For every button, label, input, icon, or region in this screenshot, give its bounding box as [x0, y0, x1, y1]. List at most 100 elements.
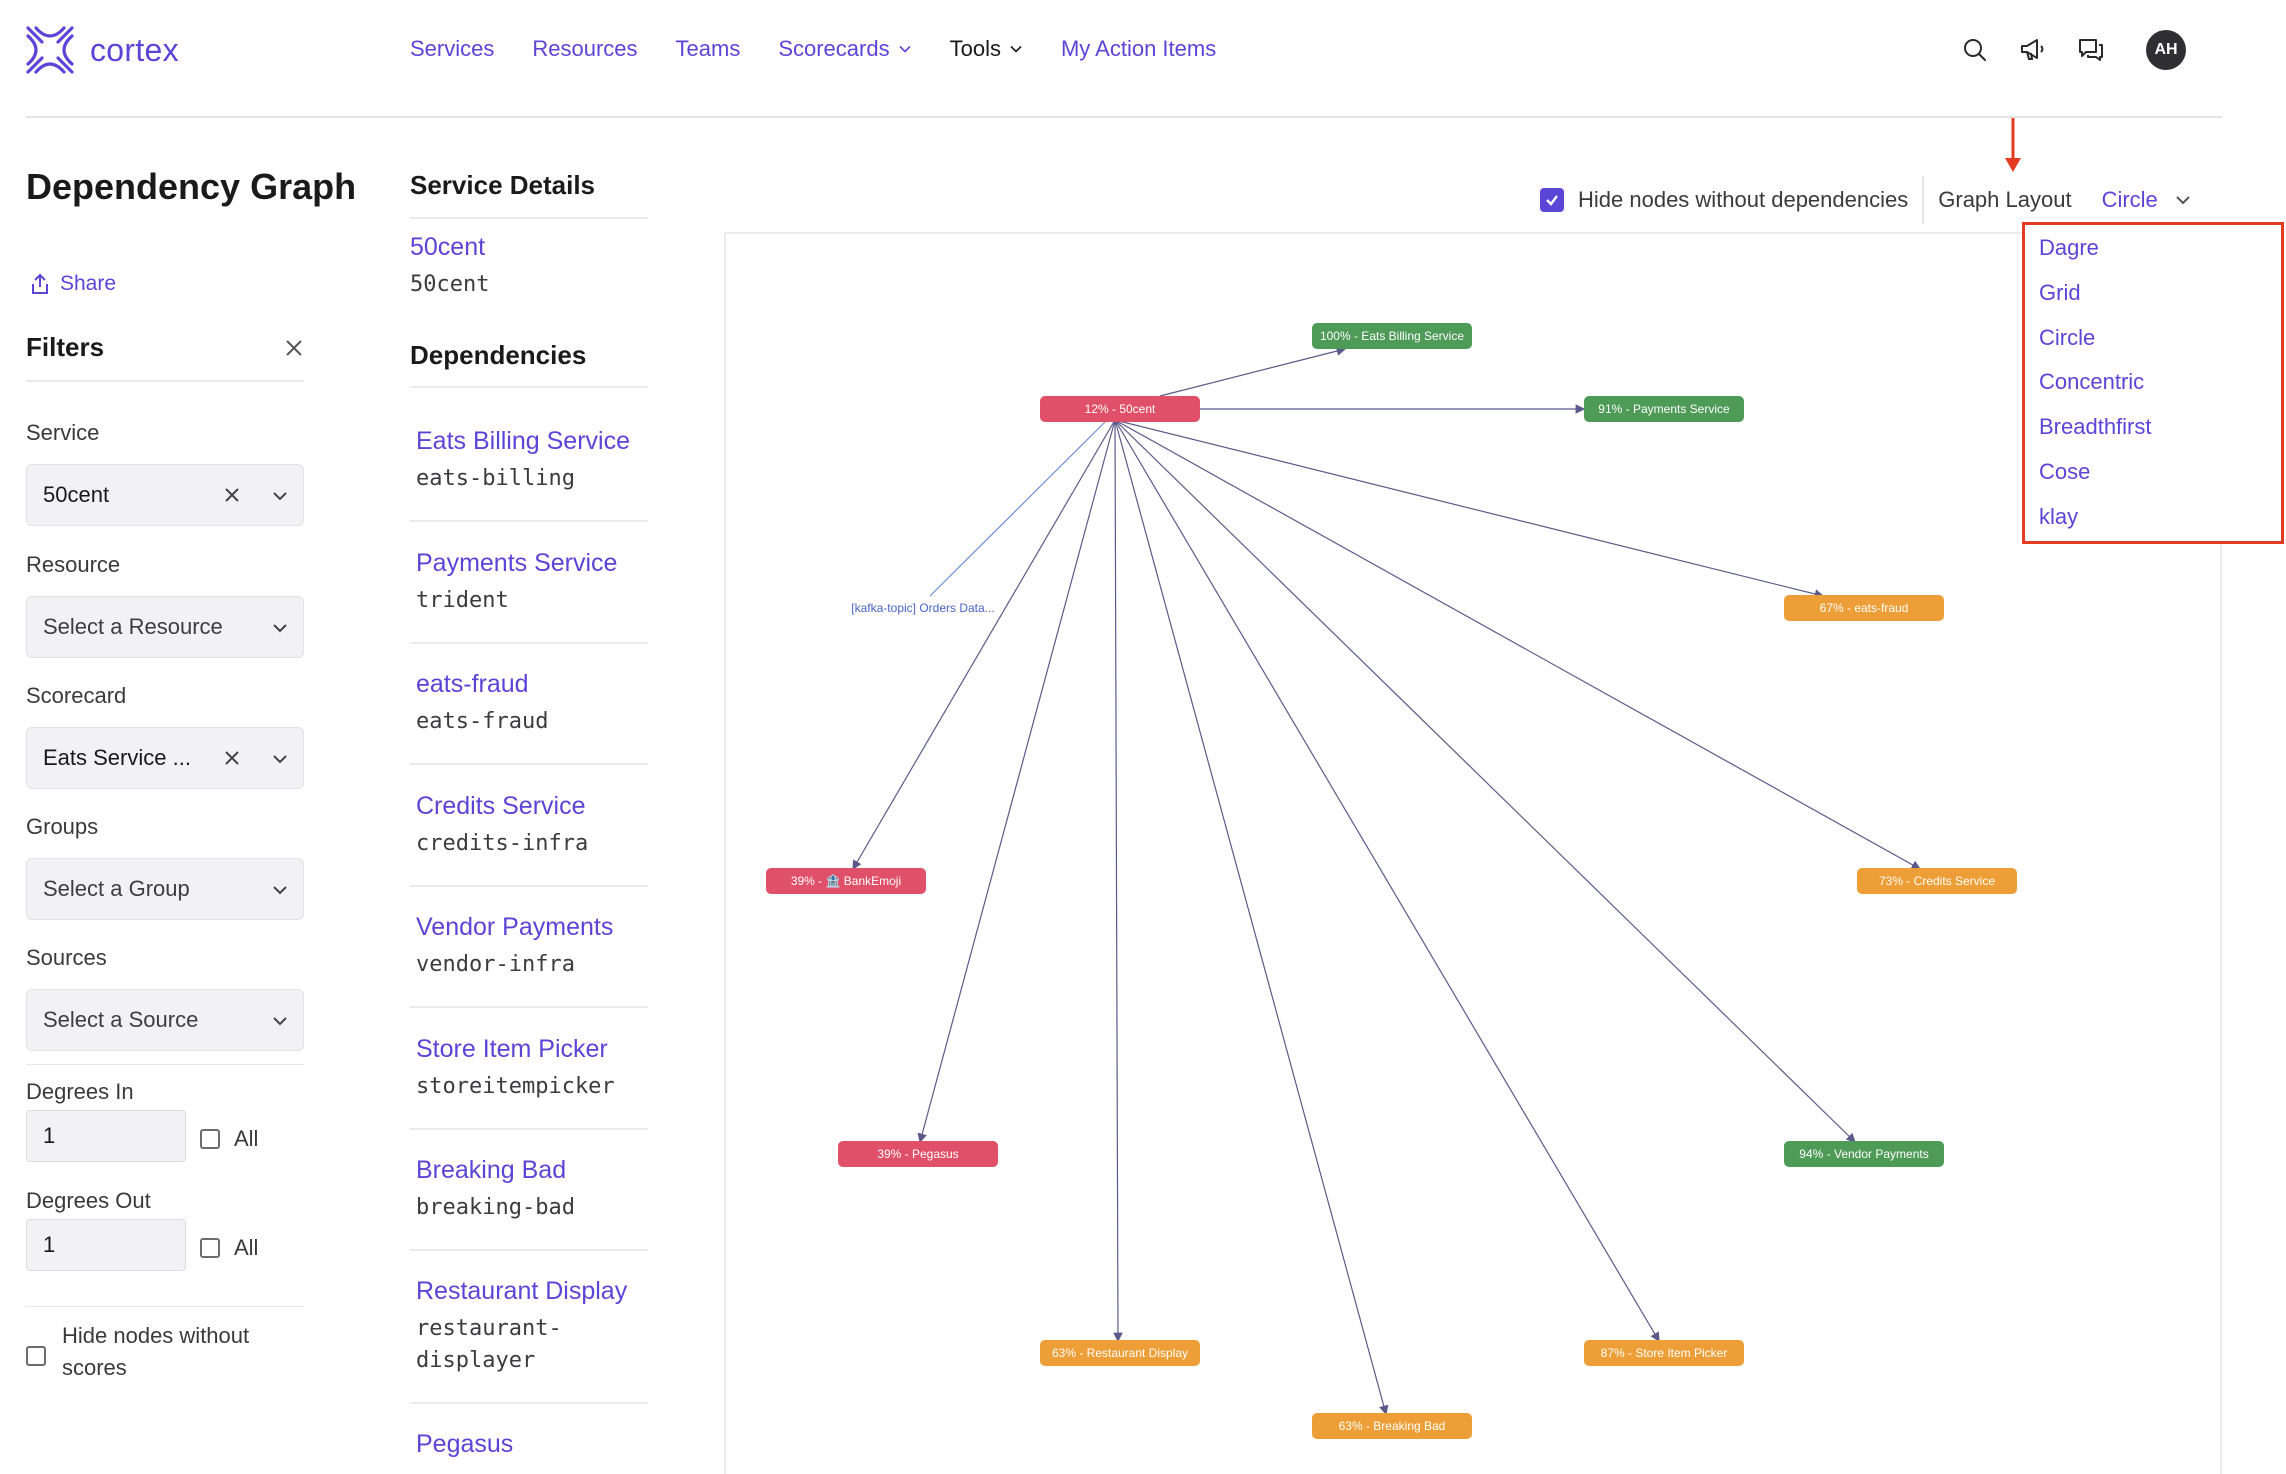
dependency-link[interactable]: Vendor Payments	[416, 913, 613, 942]
nav-my-action-items-label: My Action Items	[1060, 36, 1217, 61]
scorecard-select-value: Eats Service ...	[43, 745, 191, 770]
service-details-divider	[410, 217, 648, 219]
nav-teams[interactable]: Teams	[676, 36, 741, 62]
resource-filter-label: Resource	[26, 552, 121, 577]
dependency-divider	[410, 1006, 648, 1008]
graph-toolbar: Hide nodes without dependencies Graph La…	[1540, 176, 2192, 224]
graph-node-credits[interactable]: 73% - Credits Service	[1857, 868, 2017, 894]
graph-node-payments[interactable]: 91% - Payments Service	[1584, 396, 1744, 422]
megaphone-icon[interactable]	[2018, 35, 2048, 65]
dependency-link[interactable]: Restaurant Display	[416, 1277, 627, 1306]
hide-nodes-without-scores-checkbox[interactable]	[26, 1346, 46, 1366]
share-button[interactable]: Share	[30, 272, 116, 296]
topbar-divider	[26, 116, 2222, 118]
dependency-link[interactable]: Breaking Bad	[416, 1156, 566, 1185]
page-title: Dependency Graph	[26, 166, 357, 207]
scorecard-filter-label: Scorecard	[26, 683, 127, 708]
degrees-in-input[interactable]: 1	[26, 1110, 186, 1162]
graph-node-kafka[interactable]: [kafka-topic] Orders Data...	[838, 595, 1008, 621]
chevron-down-icon	[273, 755, 287, 764]
dependency-tag: displayer	[416, 1348, 536, 1373]
nav-scorecards-label: Scorecards	[778, 36, 890, 61]
hide-scores-line2: scores	[62, 1355, 127, 1380]
service-filter-label: Service	[26, 420, 100, 445]
hide-nodes-checkbox[interactable]	[1540, 188, 1564, 212]
sources-select-placeholder: Select a Source	[43, 1007, 199, 1032]
degrees-out-input[interactable]: 1	[26, 1219, 186, 1271]
checkmark-icon	[1546, 195, 1558, 206]
hide-nodes-label: Hide nodes without dependencies	[1578, 187, 1909, 212]
service-name-link[interactable]: 50cent	[410, 233, 485, 262]
degrees-in-all-label: All	[234, 1126, 259, 1151]
search-icon[interactable]	[1960, 35, 1990, 65]
dependency-link[interactable]: Payments Service	[416, 549, 617, 578]
degrees-in-all[interactable]: All	[200, 1126, 258, 1152]
graph-node-pegasus[interactable]: 39% - Pegasus	[838, 1141, 998, 1167]
graph-node-breaking[interactable]: 63% - Breaking Bad	[1312, 1413, 1472, 1439]
nav-resources[interactable]: Resources	[532, 36, 637, 62]
degrees-out-label: Degrees Out	[26, 1188, 151, 1213]
dependency-link[interactable]: Store Item Picker	[416, 1035, 608, 1064]
resource-select[interactable]: Select a Resource	[26, 596, 304, 658]
hide-nodes-without-scores[interactable]: Hide nodes without scores	[26, 1320, 249, 1384]
chevron-down-icon	[273, 1017, 287, 1026]
close-icon[interactable]	[284, 338, 304, 358]
dependency-tag: eats-fraud	[416, 709, 549, 734]
layout-option-grid[interactable]: Grid	[2039, 280, 2081, 306]
nav-scorecards[interactable]: Scorecards	[778, 36, 911, 62]
scorecard-select[interactable]: Eats Service ...	[26, 727, 304, 789]
service-select[interactable]: 50cent	[26, 464, 304, 526]
sources-filter-label: Sources	[26, 945, 107, 970]
user-avatar[interactable]: AH	[2146, 30, 2186, 70]
hide-nodes-without-scores-label: Hide nodes without scores	[62, 1320, 249, 1384]
groups-select-placeholder: Select a Group	[43, 876, 190, 901]
dependencies-title: Dependencies	[410, 340, 587, 370]
dependency-tag: vendor-infra	[416, 952, 575, 977]
dependency-divider	[410, 885, 648, 887]
dependency-divider	[410, 1249, 648, 1251]
layout-option-breadthfirst[interactable]: Breadthfirst	[2039, 414, 2152, 440]
graph-node-vendor[interactable]: 94% - Vendor Payments	[1784, 1141, 1944, 1167]
layout-option-circle[interactable]: Circle	[2039, 325, 2095, 351]
dependency-tag: eats-billing	[416, 466, 575, 491]
nav-services[interactable]: Services	[410, 36, 494, 62]
degrees-in-all-checkbox[interactable]	[200, 1129, 220, 1149]
graph-node-fraud[interactable]: 67% - eats-fraud	[1784, 595, 1944, 621]
dependency-divider	[410, 763, 648, 765]
graph-node-restaurant[interactable]: 63% - Restaurant Display	[1040, 1340, 1200, 1366]
sources-select[interactable]: Select a Source	[26, 989, 304, 1051]
graph-node-billing[interactable]: 100% - Eats Billing Service	[1312, 323, 1472, 349]
nav-teams-label: Teams	[675, 36, 741, 61]
dependency-link[interactable]: Eats Billing Service	[416, 427, 630, 456]
nav-tools[interactable]: Tools	[950, 36, 1023, 62]
dependency-link[interactable]: Pegasus	[416, 1430, 513, 1459]
chat-icon[interactable]	[2076, 35, 2106, 65]
graph-node-store[interactable]: 87% - Store Item Picker	[1584, 1340, 1744, 1366]
dependency-tag: trident	[416, 588, 509, 613]
clear-icon[interactable]	[221, 484, 243, 506]
graph-node-center[interactable]: 12% - 50cent	[1040, 396, 1200, 422]
layout-option-dagre[interactable]: Dagre	[2039, 235, 2099, 261]
chevron-down-icon	[273, 624, 287, 633]
groups-select[interactable]: Select a Group	[26, 858, 304, 920]
dependency-tag: credits-infra	[416, 831, 589, 856]
nav-my-action-items[interactable]: My Action Items	[1061, 36, 1216, 62]
toolbar-separator	[1922, 176, 1925, 224]
layout-option-klay[interactable]: klay	[2039, 504, 2078, 530]
degrees-out-all-checkbox[interactable]	[200, 1238, 220, 1258]
degrees-in-label: Degrees In	[26, 1079, 134, 1104]
dependency-link[interactable]: Credits Service	[416, 792, 586, 821]
degrees-out-all[interactable]: All	[200, 1235, 258, 1261]
graph-layout-select[interactable]: Circle	[2102, 187, 2192, 213]
graph-canvas[interactable]	[724, 232, 2222, 1474]
service-details-title: Service Details	[410, 170, 596, 200]
graph-node-bankemoji[interactable]: 39% - 🏦 BankEmoji	[766, 868, 926, 894]
layout-option-cose[interactable]: Cose	[2039, 459, 2090, 485]
service-select-value: 50cent	[43, 482, 110, 507]
clear-icon[interactable]	[221, 747, 243, 769]
layout-option-concentric[interactable]: Concentric	[2039, 369, 2144, 395]
dependency-link[interactable]: eats-fraud	[416, 670, 529, 699]
nav-resources-label: Resources	[532, 36, 638, 61]
dependency-tag: storeitempicker	[416, 1074, 615, 1099]
cortex-logo[interactable]: cortex	[24, 24, 179, 76]
